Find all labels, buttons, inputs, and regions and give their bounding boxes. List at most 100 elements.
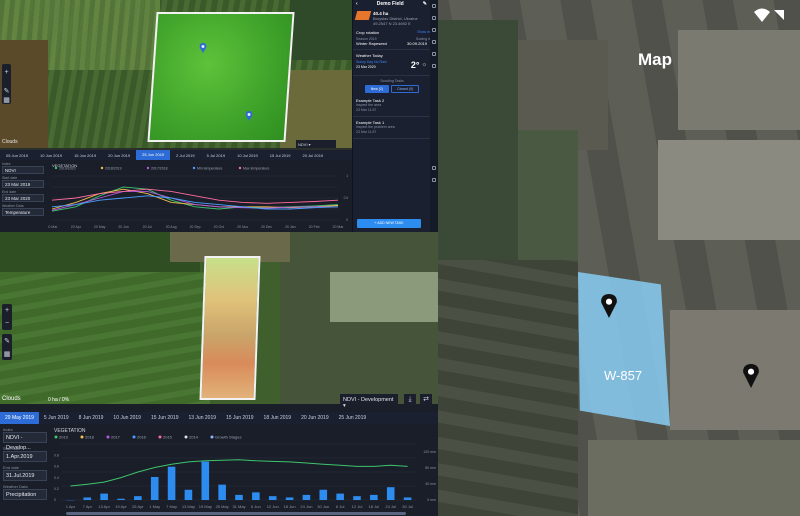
map-pin-icon[interactable] <box>742 364 760 388</box>
zoom-controls[interactable]: + − <box>2 304 12 330</box>
temperature: 2° <box>410 60 420 70</box>
layer-select[interactable]: NDVI ▾ <box>296 140 336 148</box>
add-new-task-button[interactable]: + ADD NEW TASK <box>357 219 421 228</box>
map-pin-icon[interactable] <box>600 294 618 318</box>
ruler-icon[interactable]: ✎ <box>4 337 10 345</box>
legend-swatch <box>210 435 214 439</box>
date-tab[interactable]: 2 Jul 2019 <box>170 153 200 158</box>
date-tab[interactable]: 13 Jun 2019 <box>183 415 221 421</box>
date-tab[interactable]: 10 Jun 2019 <box>108 415 146 421</box>
ndvi-line <box>70 459 408 487</box>
chart-icon[interactable] <box>432 52 436 56</box>
x-tick-label: 20 Aug <box>166 225 177 229</box>
setting-select[interactable]: 1.Apr.2019 <box>3 451 47 462</box>
map-pin-icon[interactable] <box>244 108 254 121</box>
date-tab[interactable]: 05 Jun 2019 <box>0 153 34 158</box>
layer-select[interactable]: NDVI - Development ▾ <box>340 394 398 409</box>
task-date: 23 Mar 11:57 <box>356 130 377 134</box>
zoom-in-icon[interactable]: + <box>4 69 8 76</box>
layers-icon[interactable]: ▦ <box>3 96 10 104</box>
date-tab[interactable]: 20 Jun 2019 <box>102 153 136 158</box>
precip-bar <box>218 484 226 500</box>
sun-icon: ☼ <box>421 62 428 68</box>
setting-select[interactable]: 23 Mar 2020 <box>2 194 44 202</box>
satellite-map[interactable]: + − ✎ ▦ Clouds 0 ha / 0% NDVI - Developm… <box>0 232 438 409</box>
layers-icon[interactable]: ▦ <box>4 350 11 358</box>
x-tick-label: 18 Jul <box>369 504 380 509</box>
download-icon[interactable]: ⤓ <box>404 394 416 406</box>
date-tab[interactable]: 25 Jun 2019 <box>136 150 171 160</box>
selected-field-polygon[interactable] <box>147 12 295 142</box>
date-tab[interactable]: 5 Jul 2019 <box>201 153 231 158</box>
task-date: 23 Mar 11:57 <box>356 108 377 112</box>
vegetation-title: VEGETATION <box>54 428 86 434</box>
scouting-task-item[interactable]: Example Task 2 Inspect the area 23 Mar 11:… <box>353 95 430 117</box>
date-tab[interactable]: 15 Jun 2019 <box>146 415 184 421</box>
date-tab[interactable]: 5 Jun 2019 <box>39 415 74 421</box>
date-tab[interactable]: 25 Jun 2019 <box>334 415 372 421</box>
vegetation-precip-chart[interactable]: VEGETATION2019 2018 2017 2016 2015 2014 Growth… <box>52 426 438 516</box>
tab-closed-tasks[interactable]: Closed (0) <box>391 85 420 93</box>
date-tab[interactable]: 10 Jun 2019 <box>34 153 68 158</box>
y-tick-label: 40 mm <box>425 482 436 486</box>
edit-icon[interactable]: ✎ <box>423 1 427 7</box>
farmland-strip <box>588 440 800 516</box>
legend-label: Min temperature <box>197 167 223 171</box>
farmland-strip <box>438 260 578 516</box>
setting-select[interactable]: Precipitation <box>3 489 47 500</box>
y-tick-label: 0 <box>54 498 56 502</box>
help-icon[interactable] <box>432 178 436 182</box>
legend-swatch <box>146 166 150 170</box>
x-tick-label: 31 May <box>232 504 245 509</box>
legend-swatch <box>158 435 162 439</box>
calendar-icon[interactable] <box>432 64 436 68</box>
ruler-icon[interactable]: ✎ <box>4 87 10 95</box>
chat-icon[interactable] <box>432 166 436 170</box>
date-tab[interactable]: 15 Jun 2019 <box>221 415 259 421</box>
setting-select[interactable]: 31.Jul.2019 <box>3 470 47 481</box>
settings-icon[interactable] <box>432 4 436 8</box>
zoom-in-icon[interactable]: + <box>5 307 9 314</box>
farmland-strip <box>0 272 210 404</box>
tab-new-tasks[interactable]: New (2) <box>364 85 390 93</box>
scouting-label: Scouting Tasks <box>380 79 404 83</box>
back-icon[interactable]: ‹ <box>356 1 358 7</box>
vegetation-line-chart[interactable]: 2019/2020 2018/2019 2017/2018 Min temperatu… <box>48 162 352 232</box>
zoom-out-icon[interactable]: − <box>5 320 9 327</box>
compare-icon[interactable]: ⇄ <box>420 394 432 406</box>
field-map-panel: + − ✎ ▦ Clouds NDVI ▾ 05 Jun 201910 Jun … <box>0 0 352 232</box>
setting-select[interactable]: NDVI <box>2 166 44 174</box>
date-tab[interactable]: 20 Jul 2019 <box>296 153 329 158</box>
satellite-map[interactable]: + − ✎ ▦ Clouds NDVI ▾ <box>0 0 352 148</box>
field-icon[interactable] <box>432 16 436 20</box>
imagery-date-bar: 29 May 2019 5 Jun 2019 8 Jun 2019 10 Jun 20… <box>0 412 438 424</box>
legend-label: 2018/2019 <box>105 167 122 171</box>
weather-icon[interactable] <box>432 40 436 44</box>
setting-select[interactable]: 23 Mar 2019 <box>2 180 44 188</box>
precip-bar <box>319 489 328 500</box>
selected-field-polygon[interactable] <box>578 272 670 426</box>
notes-icon[interactable] <box>432 28 436 32</box>
date-tab[interactable]: 29 May 2019 <box>0 412 39 424</box>
legend-swatch <box>132 435 136 439</box>
x-tick-label: 20 Apr <box>71 225 82 229</box>
chart-scrollbar <box>66 512 406 515</box>
map-tools[interactable]: ✎ ▦ <box>2 334 12 360</box>
map-tools[interactable]: ✎ ▦ <box>2 86 11 104</box>
date-tab[interactable]: 15 Jun 2019 <box>68 153 102 158</box>
setting-select[interactable]: NDVI - Develop... <box>3 432 47 451</box>
date-tab[interactable]: 15 Jul 2019 <box>264 153 297 158</box>
ndvi-field-polygon[interactable] <box>199 256 261 400</box>
x-tick-label: 13 Apr <box>98 504 110 509</box>
analytics-panel: Index NDVI - Develop... Start date 1.Apr.20… <box>0 424 438 516</box>
y-tick-label: 0.5 <box>344 196 349 200</box>
date-tab[interactable]: 20 Jun 2019 <box>296 415 334 421</box>
setting-select[interactable]: Temperature <box>2 208 44 216</box>
mobile-map-panel: Map W-857 <box>438 0 800 516</box>
map-pin-icon[interactable] <box>198 40 208 53</box>
date-tab[interactable]: 18 Jun 2019 <box>259 415 297 421</box>
x-tick-label: 20 Feb <box>309 225 320 229</box>
scouting-task-item[interactable]: Example Task 1 Inspect the problem area 23… <box>353 117 430 139</box>
date-tab[interactable]: 8 Jun 2019 <box>74 415 109 421</box>
date-tab[interactable]: 10 Jul 2019 <box>231 153 264 158</box>
